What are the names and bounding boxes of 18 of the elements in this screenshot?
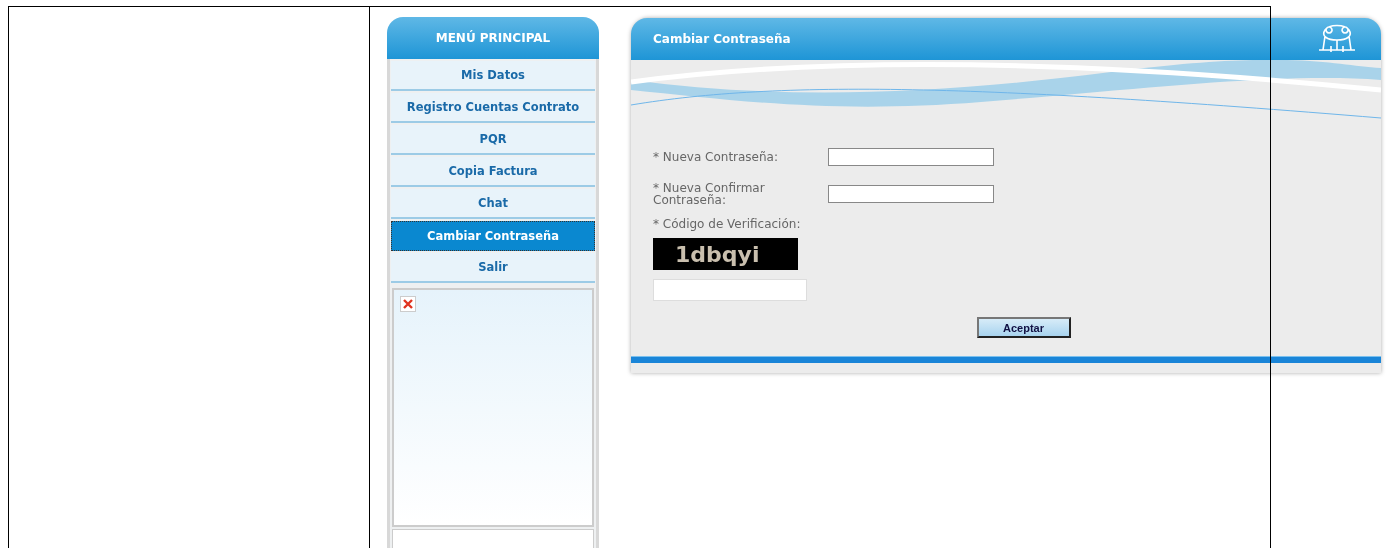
menu-item[interactable]: Cambiar Contraseña xyxy=(391,221,595,251)
menu-item[interactable]: Mis Datos xyxy=(391,61,595,91)
menu-item[interactable]: Copia Factura xyxy=(391,157,595,187)
menu-item[interactable]: PQR xyxy=(391,125,595,155)
menu-item[interactable]: Chat xyxy=(391,189,595,219)
field-label: * Nueva Confirmar Contraseña: xyxy=(653,181,766,206)
broken-image-icon xyxy=(400,296,416,312)
captcha-image: 1dbqyi xyxy=(653,238,798,270)
menu-title: MENÚ PRINCIPAL xyxy=(387,17,599,59)
captcha-field[interactable] xyxy=(653,279,807,301)
password-field[interactable] xyxy=(828,184,994,203)
menu-item[interactable]: Registro Cuentas Contrato xyxy=(391,93,595,123)
panel-title: Cambiar Contraseña xyxy=(653,32,791,46)
field-label: * Nueva Contraseña: xyxy=(653,150,779,163)
password-field[interactable] xyxy=(828,147,994,166)
menu-item[interactable]: Salir xyxy=(391,253,595,283)
accept-button[interactable]: Aceptar xyxy=(976,317,1071,338)
field-label: * Código de Verificación: xyxy=(653,218,801,230)
